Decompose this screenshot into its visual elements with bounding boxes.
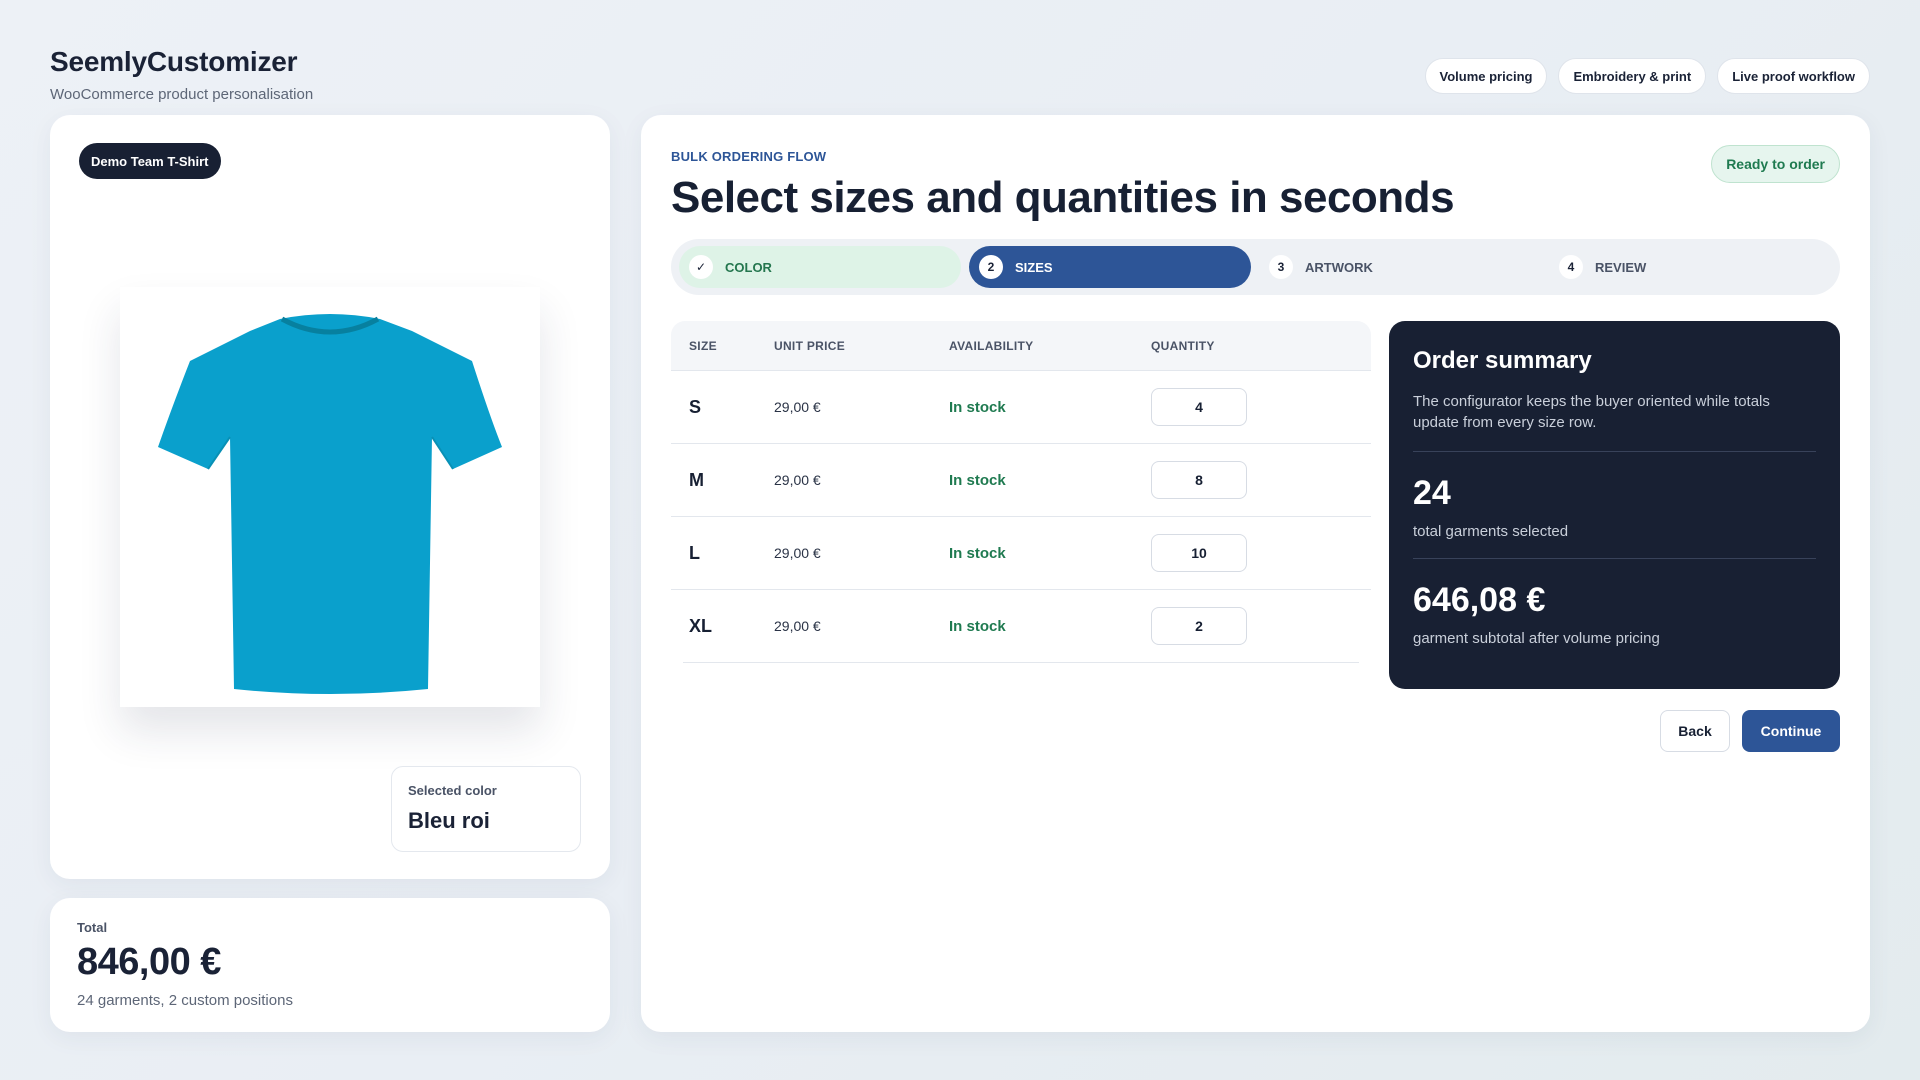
order-summary-panel: Order summary The configurator keeps the…: [1389, 321, 1840, 689]
bulk-order-panel: BULK ORDERING FLOW Select sizes and quan…: [641, 115, 1870, 1032]
availability-cell: In stock: [949, 471, 1006, 489]
quantity-input-l[interactable]: [1151, 534, 1247, 572]
step-number: 2: [979, 255, 1003, 279]
step-color[interactable]: ✓ COLOR: [679, 246, 961, 288]
availability-cell: In stock: [949, 544, 1006, 562]
column-header-unit-price: UNIT PRICE: [774, 338, 846, 353]
status-badge: Ready to order: [1711, 145, 1840, 183]
total-label: Total: [77, 920, 108, 935]
total-value: 846,00 €: [77, 941, 221, 983]
table-row: S 29,00 € In stock: [671, 371, 1371, 444]
progress-stepper: ✓ COLOR 2 SIZES 3 ARTWORK 4 REVIEW: [671, 239, 1840, 295]
table-row: L 29,00 € In stock: [671, 517, 1371, 590]
availability-cell: In stock: [949, 398, 1006, 416]
app-title: SeemlyCustomizer: [50, 46, 298, 77]
price-cell: 29,00 €: [774, 618, 821, 634]
price-cell: 29,00 €: [774, 545, 821, 561]
table-row: M 29,00 € In stock: [671, 444, 1371, 517]
price-cell: 29,00 €: [774, 399, 821, 415]
size-cell: XL: [689, 615, 713, 636]
column-header-size: SIZE: [689, 338, 717, 353]
product-name-badge: Demo Team T-Shirt: [79, 143, 221, 179]
step-review[interactable]: 4 REVIEW: [1549, 246, 1831, 288]
selected-color-value: Bleu roi: [408, 808, 490, 833]
step-artwork[interactable]: 3 ARTWORK: [1259, 246, 1541, 288]
navigation-buttons: Back Continue: [1660, 710, 1840, 752]
step-label: SIZES: [1015, 259, 1053, 275]
column-header-quantity: QUANTITY: [1151, 338, 1215, 353]
step-number: 4: [1559, 255, 1583, 279]
step-sizes[interactable]: 2 SIZES: [969, 246, 1251, 288]
chip-live-proof[interactable]: Live proof workflow: [1717, 58, 1870, 94]
total-garments-value: 24: [1413, 474, 1451, 512]
table-header: SIZE UNIT PRICE AVAILABILITY QUANTITY: [671, 321, 1371, 371]
total-garments-label: total garments selected: [1413, 523, 1569, 540]
section-eyebrow: BULK ORDERING FLOW: [671, 149, 827, 164]
quantity-input-m[interactable]: [1151, 461, 1247, 499]
price-cell: 29,00 €: [774, 472, 821, 488]
app-subtitle: WooCommerce product personalisation: [50, 86, 314, 103]
size-cell: M: [689, 469, 704, 490]
selected-color-box: Selected color Bleu roi: [391, 766, 581, 852]
size-cell: L: [689, 542, 700, 563]
step-label: ARTWORK: [1305, 259, 1373, 275]
chip-embroidery-print[interactable]: Embroidery & print: [1558, 58, 1707, 94]
divider: [1413, 451, 1816, 452]
subtotal-value: 646,08 €: [1413, 581, 1546, 619]
size-cell: S: [689, 396, 702, 417]
step-label: REVIEW: [1595, 259, 1647, 275]
size-quantity-table: SIZE UNIT PRICE AVAILABILITY QUANTITY S …: [671, 321, 1371, 663]
total-description: 24 garments, 2 custom positions: [77, 992, 293, 1009]
tshirt-icon: [158, 314, 502, 694]
page-title: Select sizes and quantities in seconds: [671, 173, 1455, 222]
quantity-input-xl[interactable]: [1151, 607, 1247, 645]
brand: SeemlyCustomizer WooCommerce product per…: [50, 46, 313, 103]
tshirt-preview-image: [120, 287, 540, 707]
table-row: XL 29,00 € In stock: [683, 590, 1359, 663]
availability-cell: In stock: [949, 617, 1006, 635]
quantity-input-s[interactable]: [1151, 388, 1247, 426]
summary-title: Order summary: [1413, 347, 1592, 374]
feature-chips: Volume pricing Embroidery & print Live p…: [1424, 58, 1870, 94]
divider: [1413, 558, 1816, 559]
total-card: Total 846,00 € 24 garments, 2 custom pos…: [50, 898, 610, 1032]
selected-color-label: Selected color: [408, 783, 497, 798]
summary-description: The configurator keeps the buyer oriente…: [1413, 393, 1770, 431]
step-label: COLOR: [725, 259, 772, 275]
product-preview-card: Demo Team T-Shirt Selected color Bleu ro…: [50, 115, 610, 879]
subtotal-label: garment subtotal after volume pricing: [1413, 630, 1660, 647]
chip-volume-pricing[interactable]: Volume pricing: [1424, 58, 1548, 94]
check-icon: ✓: [689, 255, 713, 279]
step-number: 3: [1269, 255, 1293, 279]
column-header-availability: AVAILABILITY: [949, 338, 1034, 353]
continue-button[interactable]: Continue: [1742, 710, 1840, 752]
back-button[interactable]: Back: [1660, 710, 1730, 752]
